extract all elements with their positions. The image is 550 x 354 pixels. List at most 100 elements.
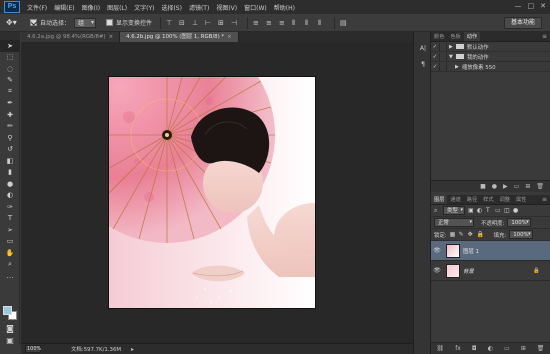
layer-row[interactable]: 👁 背景 🔒 [431, 261, 550, 281]
move-tool-preset-icon[interactable]: ✥▾ [6, 18, 20, 28]
layer-row[interactable]: 👁 图层 1 [431, 241, 550, 261]
tab-color[interactable]: 颜色 [431, 32, 447, 41]
clone-stamp-tool-icon[interactable]: ⚲ [0, 132, 20, 144]
link-layers-icon[interactable]: ⛓ [437, 345, 445, 352]
action-row[interactable]: ✓ ▼ 我的动作 [431, 52, 550, 62]
new-layer-icon[interactable]: ⊞ [521, 345, 526, 352]
show-transform-checkbox[interactable] [106, 19, 114, 26]
screen-mode-icon[interactable]: ▣ [3, 336, 17, 346]
layer-kind-filter[interactable]: 类型 [443, 206, 465, 215]
filter-toggle-icon[interactable]: ● [513, 207, 519, 214]
lock-image-icon[interactable]: ✎ [459, 231, 465, 238]
close-window-button[interactable]: ✕ [540, 2, 546, 10]
new-set-icon[interactable]: ▭ [514, 183, 520, 190]
path-selection-tool-icon[interactable]: ➢ [0, 224, 20, 236]
pixel-filter-icon[interactable]: ▣ [468, 207, 474, 214]
distribute-left-icon[interactable]: ⦀ [292, 19, 300, 27]
rectangle-tool-icon[interactable]: ▭ [0, 236, 20, 248]
maximize-button[interactable]: □ [528, 2, 535, 10]
document-tab[interactable]: 4.6.2a.jpg @ 98.4%(RGB/8#) × [21, 32, 121, 42]
type-filter-icon[interactable]: T [486, 207, 492, 214]
menu-type[interactable]: 文字(Y) [134, 3, 154, 12]
check-icon[interactable]: ✓ [431, 54, 439, 60]
auto-select-checkbox[interactable] [30, 19, 37, 26]
type-tool-icon[interactable]: T [0, 213, 20, 225]
pen-tool-icon[interactable]: ✑ [0, 201, 20, 213]
move-tool-icon[interactable]: ➤ [0, 40, 20, 52]
marquee-tool-icon[interactable]: ⬚ [0, 52, 20, 64]
tab-actions[interactable]: 动作 [463, 32, 481, 41]
dialog-toggle[interactable] [439, 52, 447, 61]
tab-paths[interactable]: 路径 [464, 195, 480, 204]
lock-transparent-icon[interactable]: ▦ [450, 231, 456, 238]
quick-mask-icon[interactable]: ◙ [3, 324, 17, 334]
paragraph-panel-icon[interactable]: ¶ [415, 58, 431, 71]
adjustment-layer-icon[interactable]: ◐ [488, 345, 493, 352]
menu-file[interactable]: 文件(F) [27, 3, 47, 12]
auto-select-dropdown[interactable]: 组 [74, 17, 97, 28]
smart-object-filter-icon[interactable]: ◫ [504, 207, 510, 214]
edit-toolbar-icon[interactable]: … [0, 270, 20, 282]
distribute-bottom-icon[interactable]: ≡ [279, 19, 287, 27]
align-middle-icon[interactable]: ⊟ [179, 19, 187, 27]
distribute-center-icon[interactable]: ⦀ [305, 19, 313, 27]
auto-align-icon[interactable]: ▤ [340, 19, 348, 27]
action-row[interactable]: ✓ ▶ 缩放像素 550 [431, 62, 550, 72]
hand-tool-icon[interactable]: ✋ [0, 247, 20, 259]
tab-adjustments[interactable]: 调整 [497, 195, 513, 204]
tab-swatches[interactable]: 色板 [447, 32, 463, 41]
healing-brush-tool-icon[interactable]: ✚ [0, 109, 20, 121]
shape-filter-icon[interactable]: ▭ [495, 207, 501, 214]
new-action-icon[interactable]: ⊞ [525, 183, 530, 190]
workspace-switcher[interactable]: 基本功能 [503, 17, 542, 29]
collapse-arrow-icon[interactable]: ▼ [449, 54, 456, 60]
adjustment-filter-icon[interactable]: ◐ [477, 207, 483, 214]
menu-window[interactable]: 窗口(W) [244, 3, 267, 12]
dialog-toggle[interactable] [439, 62, 447, 71]
eraser-tool-icon[interactable]: ◧ [0, 155, 20, 167]
menu-image[interactable]: 图像(I) [82, 3, 100, 12]
trash-icon[interactable]: 🗑 [537, 345, 545, 352]
dodge-tool-icon[interactable]: ◐ [0, 190, 20, 202]
quick-select-tool-icon[interactable]: ✎ [0, 75, 20, 87]
check-icon[interactable]: ✓ [431, 44, 439, 50]
foreground-color-swatch[interactable] [3, 306, 12, 315]
lock-all-icon[interactable]: 🔒 [477, 231, 484, 238]
record-icon[interactable]: ● [492, 183, 497, 190]
tab-styles[interactable]: 样式 [480, 195, 496, 204]
expand-arrow-icon[interactable]: ▶ [449, 44, 456, 50]
layer-style-icon[interactable]: fx [455, 345, 461, 352]
trash-icon[interactable]: 🗑 [536, 183, 544, 190]
crop-tool-icon[interactable]: ⌗ [0, 86, 20, 98]
menu-select[interactable]: 选择(S) [161, 3, 182, 12]
tab-properties[interactable]: 属性 [513, 195, 529, 204]
tab-layers[interactable]: 图层 [431, 195, 448, 204]
expand-arrow-icon[interactable]: ▶ [455, 64, 462, 70]
history-brush-tool-icon[interactable]: ↺ [0, 144, 20, 156]
menu-filter[interactable]: 滤镜(T) [189, 3, 209, 12]
document-tab-active[interactable]: 4.6.2b.jpg @ 100% (图层 1, RGB/8) * × [120, 32, 239, 42]
document-image[interactable] [109, 77, 315, 308]
distribute-right-icon[interactable]: ⦀ [318, 19, 326, 27]
opacity-field[interactable]: 100% [507, 218, 531, 227]
align-bottom-icon[interactable]: ⊥ [192, 19, 200, 27]
tab-channels[interactable]: 通道 [447, 195, 463, 204]
visibility-eye-icon[interactable]: 👁 [431, 267, 443, 274]
zoom-tool-icon[interactable]: ⌕ [0, 259, 20, 271]
close-tab-icon[interactable]: × [227, 34, 232, 40]
fill-field[interactable]: 100% [509, 230, 533, 239]
panel-menu-icon[interactable]: ≡ [542, 195, 547, 205]
character-panel-icon[interactable]: A| [415, 42, 431, 55]
lasso-tool-icon[interactable]: ◌ [0, 63, 20, 75]
zoom-level-field[interactable]: 100% [25, 345, 41, 353]
minimize-button[interactable]: — [515, 2, 522, 10]
add-mask-icon[interactable]: ◘ [472, 345, 477, 352]
visibility-eye-icon[interactable]: 👁 [431, 247, 443, 254]
align-left-icon[interactable]: ⊢ [205, 19, 213, 27]
close-tab-icon[interactable]: × [109, 34, 114, 40]
align-top-icon[interactable]: ⊤ [166, 19, 174, 27]
menu-view[interactable]: 视图(V) [216, 3, 237, 12]
canvas-area[interactable] [21, 42, 413, 343]
status-menu-arrow[interactable]: ▸ [131, 346, 134, 353]
menu-edit[interactable]: 编辑(E) [54, 3, 74, 12]
